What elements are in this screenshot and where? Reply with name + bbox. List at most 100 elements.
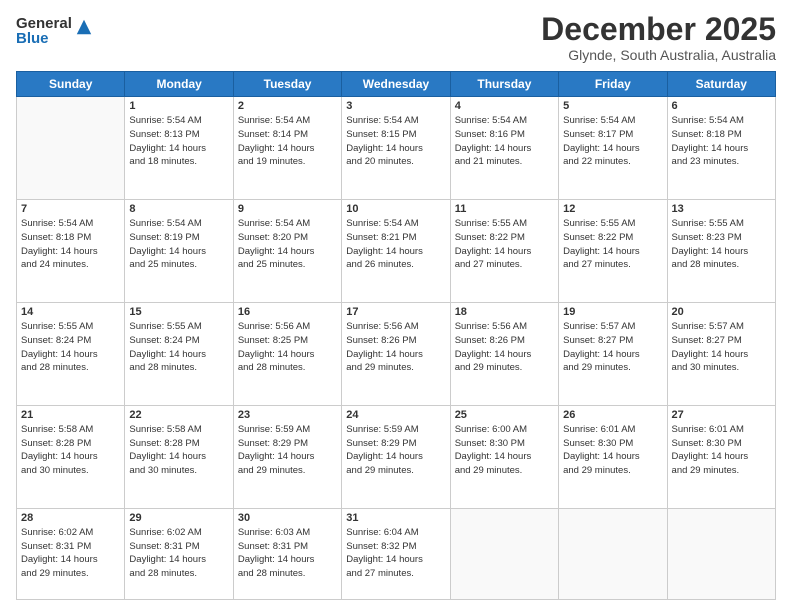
day-number: 9 bbox=[238, 203, 337, 215]
day-number: 16 bbox=[238, 306, 337, 318]
logo-text: General Blue bbox=[16, 16, 72, 46]
day-number: 13 bbox=[672, 203, 771, 215]
day-number: 8 bbox=[129, 203, 228, 215]
table-row: 23 Sunrise: 5:59 AM Sunset: 8:29 PM Dayli… bbox=[233, 405, 341, 508]
cell-content: Sunrise: 5:54 AM Sunset: 8:14 PM Dayligh… bbox=[238, 114, 337, 169]
logo-icon bbox=[75, 18, 93, 36]
cell-content: Sunrise: 5:59 AM Sunset: 8:29 PM Dayligh… bbox=[238, 423, 337, 478]
table-row bbox=[17, 97, 125, 200]
location: Glynde, South Australia, Australia bbox=[541, 47, 776, 63]
cell-content: Sunrise: 6:01 AM Sunset: 8:30 PM Dayligh… bbox=[563, 423, 662, 478]
cell-content: Sunrise: 5:54 AM Sunset: 8:19 PM Dayligh… bbox=[129, 217, 228, 272]
cell-content: Sunrise: 5:54 AM Sunset: 8:18 PM Dayligh… bbox=[672, 114, 771, 169]
day-number: 28 bbox=[21, 512, 120, 524]
cell-content: Sunrise: 5:55 AM Sunset: 8:22 PM Dayligh… bbox=[563, 217, 662, 272]
table-row bbox=[559, 508, 667, 599]
month-title: December 2025 bbox=[541, 12, 776, 47]
calendar-week-row: 21 Sunrise: 5:58 AM Sunset: 8:28 PM Dayli… bbox=[17, 405, 776, 508]
day-number: 22 bbox=[129, 409, 228, 421]
cell-content: Sunrise: 6:02 AM Sunset: 8:31 PM Dayligh… bbox=[129, 526, 228, 581]
day-number: 3 bbox=[346, 100, 445, 112]
table-row: 24Sunrise: 5:59 AM Sunset: 8:29 PM Dayli… bbox=[342, 405, 450, 508]
day-number: 5 bbox=[563, 100, 662, 112]
cell-content: Sunrise: 5:55 AM Sunset: 8:24 PM Dayligh… bbox=[21, 320, 120, 375]
table-row: 16 Sunrise: 5:56 AM Sunset: 8:25 PM Dayli… bbox=[233, 302, 341, 405]
table-row: 3 Sunrise: 5:54 AM Sunset: 8:15 PM Daylig… bbox=[342, 97, 450, 200]
cell-content: Sunrise: 6:00 AM Sunset: 8:30 PM Dayligh… bbox=[455, 423, 554, 478]
cell-content: Sunrise: 5:54 AM Sunset: 8:16 PM Dayligh… bbox=[455, 114, 554, 169]
table-row: 29Sunrise: 6:02 AM Sunset: 8:31 PM Dayli… bbox=[125, 508, 233, 599]
day-number: 10 bbox=[346, 203, 445, 215]
day-number: 27 bbox=[672, 409, 771, 421]
cell-content: Sunrise: 5:54 AM Sunset: 8:21 PM Dayligh… bbox=[346, 217, 445, 272]
col-saturday: Saturday bbox=[667, 72, 775, 97]
day-number: 17 bbox=[346, 306, 445, 318]
day-number: 18 bbox=[455, 306, 554, 318]
table-row bbox=[667, 508, 775, 599]
cell-content: Sunrise: 5:55 AM Sunset: 8:23 PM Dayligh… bbox=[672, 217, 771, 272]
day-number: 7 bbox=[21, 203, 120, 215]
col-wednesday: Wednesday bbox=[342, 72, 450, 97]
table-row: 21 Sunrise: 5:58 AM Sunset: 8:28 PM Dayli… bbox=[17, 405, 125, 508]
day-number: 6 bbox=[672, 100, 771, 112]
day-number: 23 bbox=[238, 409, 337, 421]
day-number: 1 bbox=[129, 100, 228, 112]
cell-content: Sunrise: 5:56 AM Sunset: 8:26 PM Dayligh… bbox=[346, 320, 445, 375]
table-row: 2 Sunrise: 5:54 AM Sunset: 8:14 PM Daylig… bbox=[233, 97, 341, 200]
calendar-table: Sunday Monday Tuesday Wednesday Thursday… bbox=[16, 71, 776, 600]
table-row: 1Sunrise: 5:54 AM Sunset: 8:13 PM Daylig… bbox=[125, 97, 233, 200]
day-number: 19 bbox=[563, 306, 662, 318]
cell-content: Sunrise: 5:54 AM Sunset: 8:18 PM Dayligh… bbox=[21, 217, 120, 272]
table-row: 13 Sunrise: 5:55 AM Sunset: 8:23 PM Dayli… bbox=[667, 200, 775, 303]
table-row: 5Sunrise: 5:54 AM Sunset: 8:17 PM Daylig… bbox=[559, 97, 667, 200]
table-row: 14 Sunrise: 5:55 AM Sunset: 8:24 PM Dayli… bbox=[17, 302, 125, 405]
day-number: 11 bbox=[455, 203, 554, 215]
cell-content: Sunrise: 5:57 AM Sunset: 8:27 PM Dayligh… bbox=[672, 320, 771, 375]
calendar-week-row: 7 Sunrise: 5:54 AM Sunset: 8:18 PM Daylig… bbox=[17, 200, 776, 303]
day-number: 15 bbox=[129, 306, 228, 318]
cell-content: Sunrise: 6:04 AM Sunset: 8:32 PM Dayligh… bbox=[346, 526, 445, 581]
logo-general: General bbox=[16, 16, 72, 31]
table-row: 26 Sunrise: 6:01 AM Sunset: 8:30 PM Dayli… bbox=[559, 405, 667, 508]
table-row bbox=[450, 508, 558, 599]
table-row: 9Sunrise: 5:54 AM Sunset: 8:20 PM Daylig… bbox=[233, 200, 341, 303]
page: General Blue December 2025 Glynde, South… bbox=[0, 0, 792, 612]
table-row: 8 Sunrise: 5:54 AM Sunset: 8:19 PM Daylig… bbox=[125, 200, 233, 303]
table-row: 27 Sunrise: 6:01 AM Sunset: 8:30 PM Dayli… bbox=[667, 405, 775, 508]
table-row: 31 Sunrise: 6:04 AM Sunset: 8:32 PM Dayli… bbox=[342, 508, 450, 599]
day-number: 12 bbox=[563, 203, 662, 215]
col-monday: Monday bbox=[125, 72, 233, 97]
day-number: 14 bbox=[21, 306, 120, 318]
cell-content: Sunrise: 5:54 AM Sunset: 8:15 PM Dayligh… bbox=[346, 114, 445, 169]
calendar-week-row: 14 Sunrise: 5:55 AM Sunset: 8:24 PM Dayli… bbox=[17, 302, 776, 405]
table-row: 12 Sunrise: 5:55 AM Sunset: 8:22 PM Dayli… bbox=[559, 200, 667, 303]
calendar-week-row: 28 Sunrise: 6:02 AM Sunset: 8:31 PM Dayli… bbox=[17, 508, 776, 599]
day-number: 31 bbox=[346, 512, 445, 524]
day-number: 26 bbox=[563, 409, 662, 421]
cell-content: Sunrise: 5:58 AM Sunset: 8:28 PM Dayligh… bbox=[129, 423, 228, 478]
cell-content: Sunrise: 5:58 AM Sunset: 8:28 PM Dayligh… bbox=[21, 423, 120, 478]
cell-content: Sunrise: 5:56 AM Sunset: 8:26 PM Dayligh… bbox=[455, 320, 554, 375]
day-number: 25 bbox=[455, 409, 554, 421]
cell-content: Sunrise: 6:02 AM Sunset: 8:31 PM Dayligh… bbox=[21, 526, 120, 581]
calendar-week-row: 1Sunrise: 5:54 AM Sunset: 8:13 PM Daylig… bbox=[17, 97, 776, 200]
col-thursday: Thursday bbox=[450, 72, 558, 97]
cell-content: Sunrise: 6:03 AM Sunset: 8:31 PM Dayligh… bbox=[238, 526, 337, 581]
calendar-header-row: Sunday Monday Tuesday Wednesday Thursday… bbox=[17, 72, 776, 97]
logo: General Blue bbox=[16, 16, 93, 46]
cell-content: Sunrise: 6:01 AM Sunset: 8:30 PM Dayligh… bbox=[672, 423, 771, 478]
logo-blue: Blue bbox=[16, 31, 72, 46]
table-row: 11Sunrise: 5:55 AM Sunset: 8:22 PM Dayli… bbox=[450, 200, 558, 303]
day-number: 4 bbox=[455, 100, 554, 112]
cell-content: Sunrise: 5:56 AM Sunset: 8:25 PM Dayligh… bbox=[238, 320, 337, 375]
table-row: 22 Sunrise: 5:58 AM Sunset: 8:28 PM Dayli… bbox=[125, 405, 233, 508]
table-row: 30Sunrise: 6:03 AM Sunset: 8:31 PM Dayli… bbox=[233, 508, 341, 599]
day-number: 21 bbox=[21, 409, 120, 421]
table-row: 17 Sunrise: 5:56 AM Sunset: 8:26 PM Dayli… bbox=[342, 302, 450, 405]
table-row: 6 Sunrise: 5:54 AM Sunset: 8:18 PM Daylig… bbox=[667, 97, 775, 200]
day-number: 24 bbox=[346, 409, 445, 421]
table-row: 15Sunrise: 5:55 AM Sunset: 8:24 PM Dayli… bbox=[125, 302, 233, 405]
col-tuesday: Tuesday bbox=[233, 72, 341, 97]
table-row: 19Sunrise: 5:57 AM Sunset: 8:27 PM Dayli… bbox=[559, 302, 667, 405]
day-number: 2 bbox=[238, 100, 337, 112]
